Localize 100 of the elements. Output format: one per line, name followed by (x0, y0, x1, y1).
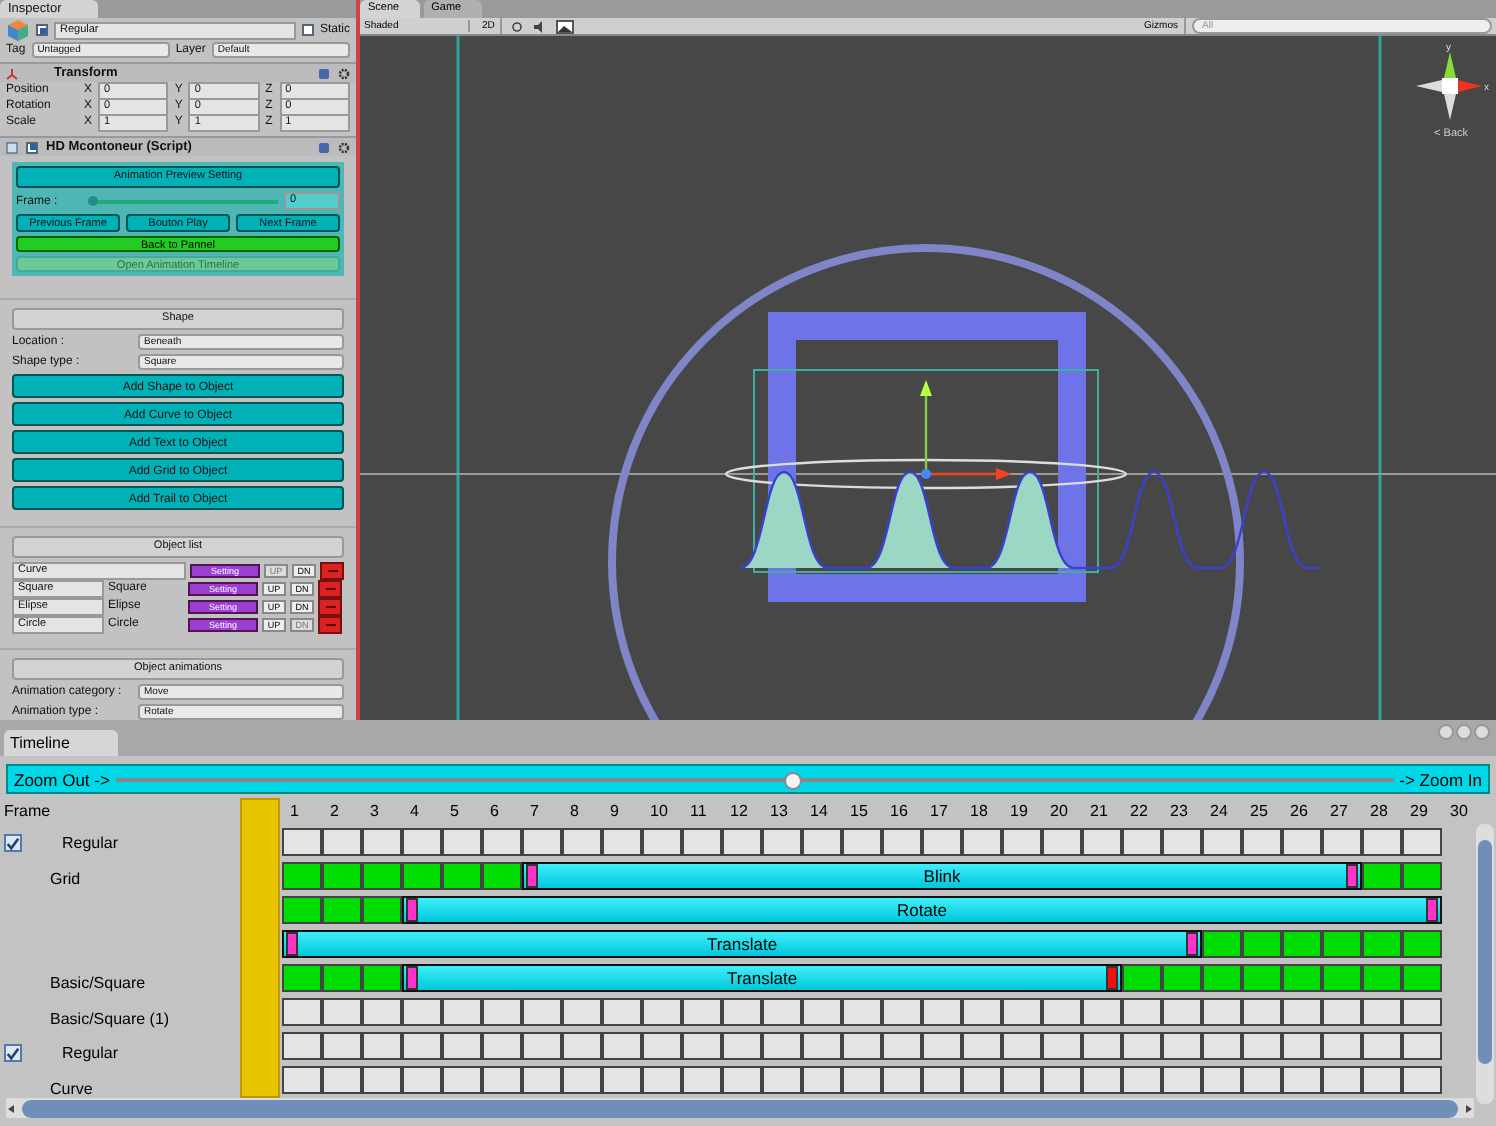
frame-cell[interactable] (1202, 998, 1242, 1027)
keyframe-cell[interactable] (1322, 930, 1362, 959)
frame-cell[interactable] (842, 828, 882, 857)
keyframe-cell[interactable] (1282, 930, 1322, 959)
frame-cell[interactable] (282, 828, 322, 857)
keyframe-cell[interactable] (282, 862, 322, 891)
visibility-checkbox[interactable] (4, 1044, 22, 1063)
keyframe-cell[interactable] (1282, 964, 1322, 993)
keyframe-cell[interactable] (1202, 930, 1242, 959)
frame-cell[interactable] (882, 828, 922, 857)
left-arrow-icon[interactable] (6, 1103, 16, 1113)
clip-marker[interactable] (1186, 932, 1198, 957)
frame-cell[interactable] (602, 1032, 642, 1061)
frame-cell[interactable] (442, 998, 482, 1027)
frame-cell[interactable] (482, 828, 522, 857)
keyframe-cell[interactable] (1322, 964, 1362, 993)
frame-cell[interactable] (442, 1032, 482, 1061)
frame-cell[interactable] (1042, 1032, 1082, 1061)
frame-cell[interactable] (1242, 1032, 1282, 1061)
frame-cell[interactable] (1082, 828, 1122, 857)
keyframe-cell[interactable] (1362, 930, 1402, 959)
frame-cell[interactable] (322, 998, 362, 1027)
frame-cell[interactable] (562, 1032, 602, 1061)
frame-cell[interactable] (842, 1066, 882, 1095)
frame-cell[interactable] (1402, 998, 1442, 1027)
keyframe-cell[interactable] (282, 896, 322, 925)
frame-cell[interactable] (1362, 998, 1402, 1027)
keyframe-cell[interactable] (1402, 862, 1442, 891)
right-arrow-icon[interactable] (1464, 1103, 1474, 1113)
frame-cell[interactable] (322, 1066, 362, 1095)
frame-cell[interactable] (1362, 828, 1402, 857)
clip-marker[interactable] (406, 898, 418, 923)
horizontal-scrollbar[interactable] (6, 1098, 1474, 1118)
frame-cell[interactable] (522, 998, 562, 1027)
frame-cell[interactable] (1202, 1032, 1242, 1061)
frame-cell[interactable] (1082, 1066, 1122, 1095)
frame-cell[interactable] (802, 1032, 842, 1061)
frame-cell[interactable] (682, 1032, 722, 1061)
clip-marker[interactable] (286, 932, 298, 957)
settings-icon[interactable] (338, 141, 350, 154)
animation-clip[interactable]: Blink (522, 862, 1362, 891)
frame-cell[interactable] (1002, 1066, 1042, 1095)
keyframe-cell[interactable] (442, 862, 482, 891)
frame-cell[interactable] (1042, 1066, 1082, 1095)
frame-cell[interactable] (1122, 1066, 1162, 1095)
keyframe-cell[interactable] (1202, 964, 1242, 993)
frame-cell[interactable] (362, 998, 402, 1027)
clip-marker[interactable] (406, 966, 418, 991)
frame-cell[interactable] (602, 828, 642, 857)
frame-cell[interactable] (642, 828, 682, 857)
frame-cell[interactable] (362, 828, 402, 857)
frame-cell[interactable] (1162, 1032, 1202, 1061)
frame-cell[interactable] (922, 1032, 962, 1061)
frame-cell[interactable] (1002, 1032, 1042, 1061)
frame-cell[interactable] (1362, 1032, 1402, 1061)
active-checkbox[interactable] (36, 24, 48, 36)
frame-cell[interactable] (922, 1066, 962, 1095)
frame-cell[interactable] (762, 828, 802, 857)
keyframe-cell[interactable] (362, 862, 402, 891)
keyframe-cell[interactable] (1242, 930, 1282, 959)
frame-cell[interactable] (802, 998, 842, 1027)
clip-marker[interactable] (1106, 966, 1118, 991)
frame-cell[interactable] (802, 828, 842, 857)
frame-cell[interactable] (1282, 1032, 1322, 1061)
frame-cell[interactable] (682, 828, 722, 857)
settings-icon[interactable] (338, 67, 350, 80)
frame-cell[interactable] (1162, 1066, 1202, 1095)
visibility-checkbox[interactable] (4, 834, 22, 853)
frame-cell[interactable] (362, 1032, 402, 1061)
frame-cell[interactable] (322, 1032, 362, 1061)
frame-cell[interactable] (1322, 1066, 1362, 1095)
frame-cell[interactable] (402, 1066, 442, 1095)
sun-icon[interactable] (508, 19, 527, 33)
frame-cell[interactable] (442, 1066, 482, 1095)
frame-cell[interactable] (1282, 998, 1322, 1027)
frame-cell[interactable] (762, 1066, 802, 1095)
orientation-gizmo-icon[interactable] (1416, 52, 1482, 120)
clip-marker[interactable] (1346, 864, 1358, 889)
keyframe-cell[interactable] (322, 862, 362, 891)
frame-cell[interactable] (402, 828, 442, 857)
frame-cell[interactable] (882, 1032, 922, 1061)
keyframe-cell[interactable] (1122, 964, 1162, 993)
frame-cell[interactable] (882, 998, 922, 1027)
frame-cell[interactable] (962, 828, 1002, 857)
frame-cell[interactable] (682, 1066, 722, 1095)
frame-cell[interactable] (1202, 828, 1242, 857)
keyframe-cell[interactable] (1402, 930, 1442, 959)
frame-cell[interactable] (1122, 998, 1162, 1027)
move-gizmo-icon[interactable] (920, 380, 1012, 480)
frame-cell[interactable] (562, 1066, 602, 1095)
keyframe-cell[interactable] (402, 862, 442, 891)
frame-cell[interactable] (1002, 998, 1042, 1027)
frame-cell[interactable] (522, 1032, 562, 1061)
frame-cell[interactable] (842, 998, 882, 1027)
frame-cell[interactable] (962, 998, 1002, 1027)
keyframe-cell[interactable] (1162, 964, 1202, 993)
frame-cell[interactable] (922, 998, 962, 1027)
frame-cell[interactable] (1242, 828, 1282, 857)
frame-cell[interactable] (1322, 998, 1362, 1027)
frame-cell[interactable] (762, 998, 802, 1027)
